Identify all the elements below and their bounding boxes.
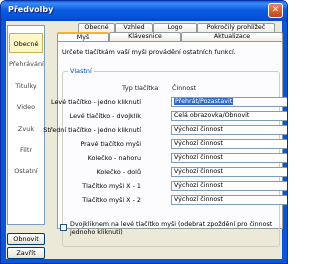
row-label-x1-button: Tlačítko myši X - 1 xyxy=(82,182,141,190)
selected-value: Výchozí činnost xyxy=(174,140,224,147)
tab-pokrocily-prohlizec[interactable]: Pokročilý prohlížeč xyxy=(197,23,275,32)
action-select-wheel-up[interactable]: Výchozí činnost ▼ xyxy=(171,153,287,163)
row-label-right-button: Pravé tlačítko myši xyxy=(80,140,141,148)
sidebar-item-filtr[interactable]: Filtr xyxy=(9,140,43,160)
tab-obecne[interactable]: Obecné xyxy=(78,23,115,32)
title-bar[interactable]: Předvolby ✕ xyxy=(1,1,287,21)
tab-mys[interactable]: Myš xyxy=(57,32,109,41)
action-select-x1-button[interactable]: Výchozí činnost ▼ xyxy=(171,181,287,191)
window-title: Předvolby xyxy=(8,5,54,14)
action-select-x2-button[interactable]: Výchozí činnost ▼ xyxy=(171,195,287,205)
action-select-right-button[interactable]: Výchozí činnost ▼ xyxy=(171,139,287,149)
action-select-middle-click[interactable]: Výchozí činnost ▼ xyxy=(171,125,287,135)
row-label-wheel-up: Kolečko - nahoru xyxy=(87,154,141,162)
row-label-left-click: Levé tlačítko - jedno kliknutí xyxy=(51,98,141,106)
window-frame-left xyxy=(1,21,6,263)
sidebar-item-prehravani[interactable]: Přehrávání xyxy=(9,54,44,74)
tab-logo[interactable]: Logo xyxy=(153,23,197,32)
window-frame-bottom xyxy=(1,259,287,263)
action-select-wheel-down[interactable]: Výchozí činnost ▼ xyxy=(171,167,287,177)
column-header-action: Činnost xyxy=(172,84,197,92)
row-label-wheel-down: Kolečko - dolů xyxy=(96,168,141,176)
row-label-x2-button: Tlačítko myši X - 2 xyxy=(82,196,141,204)
sidebar-item-video[interactable]: Video xyxy=(9,97,43,117)
sidebar-item-titulky[interactable]: Titulky xyxy=(9,76,43,96)
category-sidebar: Obecné Přehrávání Titulky Video Zvuk Fil… xyxy=(7,25,45,225)
sidebar-item-ostatni[interactable]: Ostatní xyxy=(9,161,43,181)
selected-value: Výchozí činnost xyxy=(174,126,224,133)
sidebar-item-obecne[interactable]: Obecné xyxy=(9,33,43,53)
double-click-checkbox[interactable] xyxy=(60,224,67,231)
row-label-middle-click: Střední tlačítko - jedno kliknutí xyxy=(43,126,141,134)
mouse-settings-panel: Určete tlačítkám vaší myši provádění ost… xyxy=(43,41,287,247)
row-label-left-double-click: Levé tlačítko - dvojklik xyxy=(69,112,141,120)
action-select-left-click[interactable]: Přehrát/Pozastavit ▼ xyxy=(171,97,287,107)
reset-button[interactable]: Obnovit xyxy=(7,233,45,245)
selected-value: Výchozí činnost xyxy=(174,196,224,203)
selected-value: Výchozí činnost xyxy=(174,182,224,189)
selected-value: Výchozí činnost xyxy=(174,154,224,161)
close-icon[interactable]: ✕ xyxy=(268,3,283,18)
panel-description: Určete tlačítkám vaší myši provádění ost… xyxy=(62,48,236,56)
tab-klavesnice[interactable]: Klávesnice xyxy=(109,32,181,41)
selected-value: Výchozí činnost xyxy=(174,168,224,175)
preferences-window: Předvolby ✕ Obecné Přehrávání Titulky Vi… xyxy=(0,0,288,264)
tab-vzhled[interactable]: Vzhled xyxy=(115,23,153,32)
close-button[interactable]: Zavřít xyxy=(7,247,45,259)
tab-aktualizace[interactable]: Aktualizace xyxy=(181,32,283,41)
action-select-left-double-click[interactable]: Celá obrazovka/Obnovit ▼ xyxy=(171,111,287,121)
selected-value: Celá obrazovka/Obnovit xyxy=(174,112,250,119)
groupbox-title: Vlastní xyxy=(68,67,94,75)
column-header-type: Typ tlačítka xyxy=(122,84,159,92)
selected-value: Přehrát/Pozastavit xyxy=(174,98,234,105)
double-click-checkbox-label[interactable]: Dvojkliknem na levé tlačítko myši (odebr… xyxy=(70,221,276,237)
sidebar-item-zvuk[interactable]: Zvuk xyxy=(9,119,43,139)
